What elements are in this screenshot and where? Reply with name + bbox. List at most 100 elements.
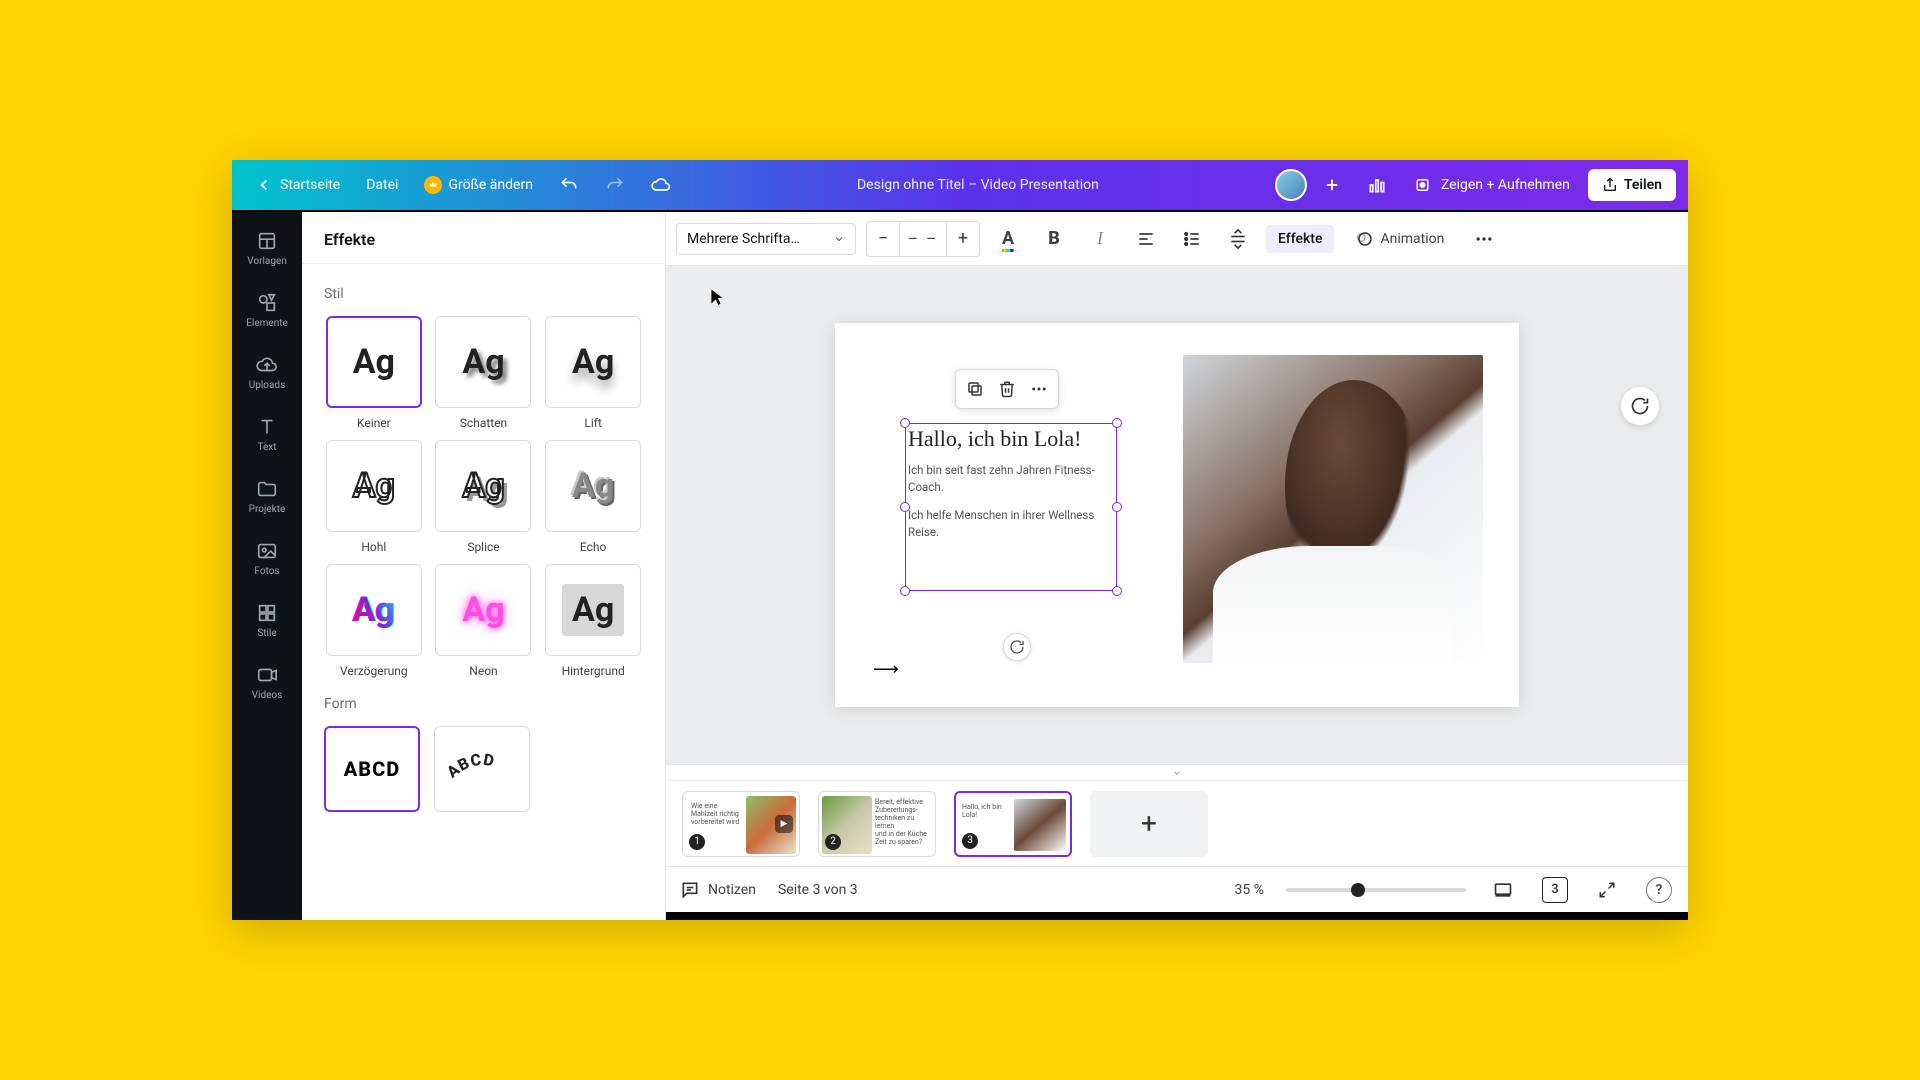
svg-text:ABCD: ABCD [443,750,496,782]
slide-image[interactable] [1183,355,1483,663]
text-selection-frame[interactable]: Hallo, ich bin Lola! Ich bin seit fast z… [905,423,1117,591]
notes-label: Notizen [708,882,756,898]
resize-button[interactable]: Größe ändern [414,170,543,200]
nav-projects-label: Projekte [249,504,286,515]
style-none[interactable]: Ag [326,316,422,408]
duplicate-button[interactable] [960,374,990,404]
collapse-thumbnails-button[interactable] [666,764,1688,780]
zoom-slider-knob[interactable] [1351,883,1365,897]
style-echo[interactable]: Ag [545,440,641,532]
resize-handle-w[interactable] [900,502,910,512]
style-glitch[interactable]: Ag [326,564,422,656]
resize-handle-e[interactable] [1112,502,1122,512]
cloud-sync-icon[interactable] [641,169,681,201]
style-section-label: Stil [324,286,643,302]
nav-uploads-label: Uploads [249,380,285,391]
file-menu[interactable]: Datei [356,171,408,199]
align-button[interactable] [1128,221,1164,257]
nav-styles[interactable]: Stile [232,590,302,650]
zoom-slider[interactable] [1286,888,1466,892]
nav-photos-label: Fotos [254,566,279,577]
grid-view-button[interactable] [1488,875,1518,905]
nav-text[interactable]: Text [232,404,302,464]
redo-button[interactable] [595,169,635,201]
slide-body-text[interactable]: Ich bin seit fast zehn Jahren Fitness-Co… [906,462,1116,541]
present-record-button[interactable]: Zeigen + Aufnehmen [1403,170,1582,200]
editor-area: Mehrere Schrifta… − – – + A B I [666,212,1688,920]
animation-button[interactable]: Animation [1344,224,1456,254]
page-number-badge: 3 [962,833,978,849]
page-indicator: Seite 3 von 3 [778,882,858,898]
window-border-bottom [666,912,1688,920]
font-size-increase[interactable]: + [947,222,979,256]
font-size-decrease[interactable]: − [867,222,899,256]
bold-button[interactable]: B [1036,221,1072,257]
share-button[interactable]: Teilen [1588,169,1676,201]
style-splice[interactable]: Ag [435,440,531,532]
thumbnail-page-3[interactable]: Hallo, ich bin Lola! 3 [954,791,1072,857]
chevron-left-icon [254,175,274,195]
nav-uploads[interactable]: Uploads [232,342,302,402]
rotate-handle[interactable] [1003,633,1031,661]
style-hollow[interactable]: Ag [326,440,422,532]
effects-button[interactable]: Effekte [1266,225,1334,253]
style-shadow[interactable]: Ag [435,316,531,408]
nav-templates-label: Vorlagen [247,256,287,267]
style-lift[interactable]: Ag [545,316,641,408]
delete-button[interactable] [992,374,1022,404]
slide-title-text[interactable]: Hallo, ich bin Lola! [906,424,1116,462]
page-count-button[interactable]: 3 [1540,875,1570,905]
more-options-button[interactable] [1466,221,1502,257]
font-size-stepper: − – – + [866,221,980,257]
slide-page[interactable]: Hallo, ich bin Lola! Ich bin seit fast z… [835,323,1519,707]
font-size-value[interactable]: – – [899,222,947,256]
text-color-button[interactable]: A [990,221,1026,257]
list-button[interactable] [1174,221,1210,257]
resize-handle-se[interactable] [1112,586,1122,596]
home-label: Startseite [280,177,340,193]
user-avatar[interactable] [1275,169,1307,201]
panel-title: Effekte [302,212,665,264]
add-collaborator-button[interactable] [1313,170,1351,200]
spacing-button[interactable] [1220,221,1256,257]
present-label: Zeigen + Aufnehmen [1441,177,1570,193]
resize-label: Größe ändern [448,177,533,193]
nav-elements[interactable]: Elemente [232,280,302,340]
document-title[interactable]: Design ohne Titel – Video Presentation [689,177,1267,193]
canvas-viewport[interactable]: Hallo, ich bin Lola! Ich bin seit fast z… [666,266,1688,764]
style-lift-label: Lift [584,416,601,430]
selection-more-button[interactable] [1024,374,1054,404]
style-background[interactable]: Ag [545,564,641,656]
nav-templates[interactable]: Vorlagen [232,218,302,278]
italic-button[interactable]: I [1082,221,1118,257]
style-hollow-label: Hohl [361,540,386,554]
play-icon: ▶ [775,815,793,833]
nav-styles-label: Stile [257,628,276,639]
notes-button[interactable]: Notizen [680,880,756,900]
nav-photos[interactable]: Fotos [232,528,302,588]
fullscreen-button[interactable] [1592,875,1622,905]
resize-handle-ne[interactable] [1112,418,1122,428]
main-area: Vorlagen Elemente Uploads Text Projekte … [232,210,1688,920]
form-curved[interactable]: ABCD [434,726,530,812]
back-button[interactable]: Startseite [244,169,350,201]
analytics-button[interactable] [1357,169,1397,201]
form-grid: ABCD ABCD [324,726,643,812]
add-page-button[interactable]: + [1090,791,1208,857]
form-straight[interactable]: ABCD [324,726,420,812]
regenerate-button[interactable] [1620,386,1660,426]
thumbnail-page-2[interactable]: Bereit, effektive Zubereitungs- technike… [818,791,936,857]
help-button[interactable]: ? [1644,875,1674,905]
style-background-label: Hintergrund [562,664,625,678]
style-splice-label: Splice [467,540,499,554]
style-echo-label: Echo [580,540,606,554]
font-family-select[interactable]: Mehrere Schrifta… [676,223,856,255]
style-neon[interactable]: Ag [435,564,531,656]
nav-videos[interactable]: Videos [232,652,302,712]
nav-projects[interactable]: Projekte [232,466,302,526]
thumbnail-page-1[interactable]: Wie eine Mahlzeit richtig vorbereitet wi… [682,791,800,857]
resize-handle-sw[interactable] [900,586,910,596]
resize-handle-nw[interactable] [900,418,910,428]
undo-button[interactable] [549,169,589,201]
effects-panel: Effekte Stil Ag Keiner Ag Schatten Ag Li… [302,212,666,920]
